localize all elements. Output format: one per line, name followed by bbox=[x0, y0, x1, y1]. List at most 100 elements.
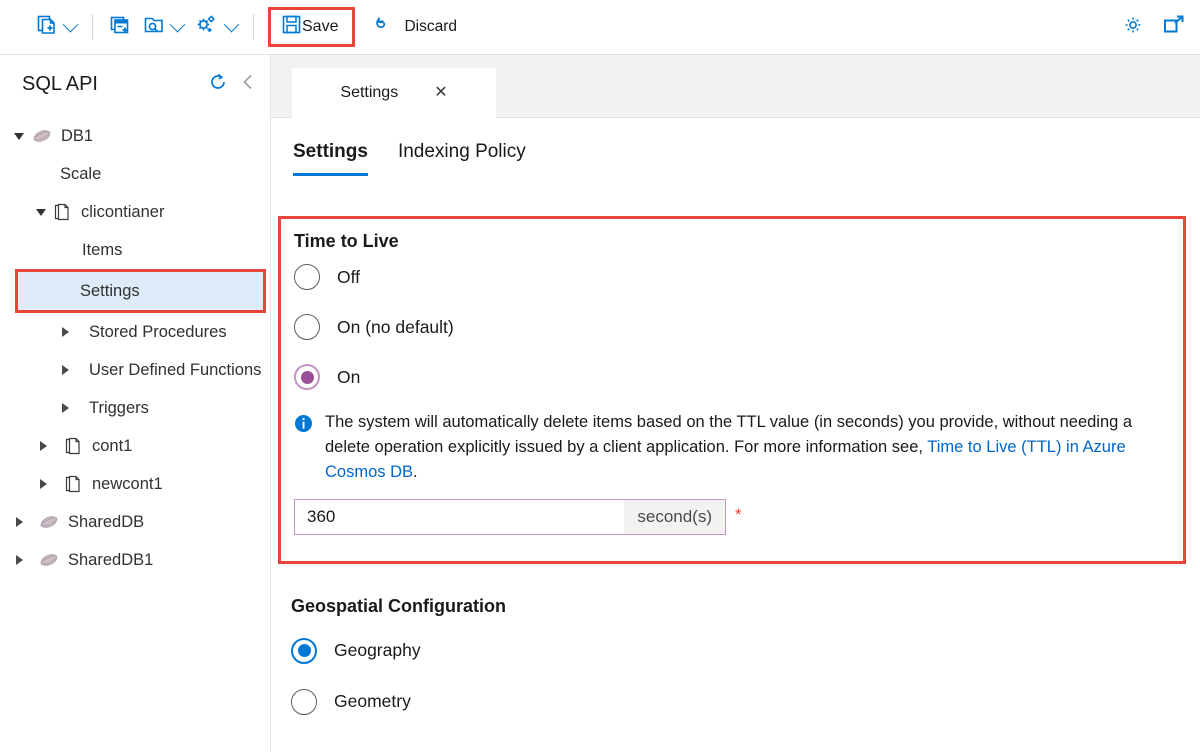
save-disk-icon bbox=[281, 14, 302, 40]
command-bar: Save Discard bbox=[0, 0, 1200, 55]
tab-indexing-policy-label: Indexing Policy bbox=[398, 141, 526, 162]
time-to-live-title: Time to Live bbox=[281, 219, 1183, 252]
new-container-button[interactable] bbox=[103, 7, 137, 47]
tab-settings[interactable]: Settings bbox=[293, 141, 368, 176]
tree-item-settings[interactable]: Settings bbox=[15, 269, 266, 313]
tree-item-label: Scale bbox=[60, 166, 101, 183]
discard-button-label: Discard bbox=[404, 18, 457, 36]
ttl-unit-suffix: second(s) bbox=[624, 500, 725, 534]
tree-item-db1[interactable]: DB1 bbox=[0, 117, 270, 155]
geospatial-option-geography-label: Geography bbox=[334, 640, 421, 661]
new-sql-query-icon bbox=[143, 14, 165, 41]
twisty-closed-icon[interactable] bbox=[16, 517, 23, 527]
ttl-option-on[interactable]: On bbox=[281, 352, 1183, 402]
new-stored-procedure-icon bbox=[195, 14, 219, 41]
tree-item-clicontianer[interactable]: clicontianer bbox=[0, 193, 270, 231]
twisty-closed-icon[interactable] bbox=[62, 365, 69, 375]
database-icon bbox=[38, 512, 60, 532]
geospatial-configuration-section: Geospatial Configuration Geography Geome… bbox=[291, 596, 791, 727]
save-button[interactable]: Save bbox=[268, 7, 355, 47]
tree-item-label: cont1 bbox=[92, 438, 132, 455]
radio-button[interactable] bbox=[294, 314, 320, 340]
tree-item-label: SharedDB bbox=[68, 514, 144, 531]
tree-item-shareddb1[interactable]: SharedDB1 bbox=[0, 541, 270, 579]
toolbar-divider-1 bbox=[92, 14, 93, 40]
twisty-closed-icon[interactable] bbox=[62, 327, 69, 337]
radio-button[interactable] bbox=[291, 689, 317, 715]
tree-item-label: SharedDB1 bbox=[68, 552, 153, 569]
ttl-option-on-label: On bbox=[337, 367, 360, 388]
info-circle-icon bbox=[294, 414, 313, 485]
document-tab-label: Settings bbox=[340, 84, 398, 102]
chevron-left-icon[interactable] bbox=[240, 72, 256, 97]
ttl-info-message: The system will automatically delete ite… bbox=[281, 402, 1183, 485]
tree-item-label: Stored Procedures bbox=[89, 324, 227, 341]
ttl-option-off[interactable]: Off bbox=[281, 252, 1183, 302]
cosmos-db-data-explorer: Save Discard bbox=[0, 0, 1200, 752]
tree-item-label: User Defined Functions bbox=[89, 362, 261, 379]
container-icon bbox=[64, 474, 84, 494]
ttl-input-group[interactable]: second(s) bbox=[294, 499, 726, 535]
gear-icon[interactable] bbox=[1122, 14, 1144, 41]
tree-item-cont1[interactable]: cont1 bbox=[0, 427, 270, 465]
pivot-tabs: Settings Indexing Policy bbox=[271, 118, 1200, 176]
tab-indexing-policy[interactable]: Indexing Policy bbox=[398, 141, 526, 176]
tree-item-label: DB1 bbox=[61, 128, 93, 145]
chevron-down-icon bbox=[63, 16, 79, 32]
twisty-closed-icon[interactable] bbox=[40, 441, 47, 451]
geospatial-title: Geospatial Configuration bbox=[291, 596, 791, 625]
ttl-option-off-label: Off bbox=[337, 267, 360, 288]
geospatial-option-geography[interactable]: Geography bbox=[291, 625, 791, 676]
container-icon bbox=[53, 202, 73, 222]
ttl-option-on-no-default-label: On (no default) bbox=[337, 317, 454, 338]
tree-item-label: clicontianer bbox=[81, 204, 164, 221]
container-icon bbox=[64, 436, 84, 456]
refresh-icon[interactable] bbox=[208, 72, 228, 97]
radio-button[interactable] bbox=[294, 264, 320, 290]
command-bar-right-icons bbox=[1122, 0, 1186, 55]
tree-item-newcont1[interactable]: newcont1 bbox=[0, 465, 270, 503]
toolbar-divider-2 bbox=[253, 14, 254, 40]
close-icon[interactable]: ✕ bbox=[434, 85, 447, 101]
required-field-marker: * bbox=[735, 506, 742, 523]
new-stored-procedure-button[interactable] bbox=[189, 7, 243, 47]
twisty-closed-icon[interactable] bbox=[16, 555, 23, 565]
twisty-open-icon[interactable] bbox=[36, 209, 46, 216]
geospatial-option-geometry-label: Geometry bbox=[334, 691, 411, 712]
ttl-option-on-no-default[interactable]: On (no default) bbox=[281, 302, 1183, 352]
tree-item-scale[interactable]: Scale bbox=[0, 155, 270, 193]
ttl-seconds-input[interactable] bbox=[295, 500, 624, 534]
time-to-live-section: Time to Live Off On (no default) On bbox=[278, 216, 1186, 564]
chevron-down-icon bbox=[224, 16, 240, 32]
resource-tree: DB1 Scale clicontianer Items bbox=[0, 113, 270, 579]
twisty-closed-icon[interactable] bbox=[40, 479, 47, 489]
sidebar-title: SQL API bbox=[22, 73, 208, 96]
twisty-open-icon[interactable] bbox=[14, 133, 24, 140]
tree-item-label: Triggers bbox=[89, 400, 149, 417]
tree-item-stored-procedures[interactable]: Stored Procedures bbox=[0, 313, 270, 351]
discard-button[interactable]: Discard bbox=[367, 7, 463, 47]
geospatial-option-geometry[interactable]: Geometry bbox=[291, 676, 791, 727]
new-container-icon bbox=[109, 14, 131, 41]
tree-item-triggers[interactable]: Triggers bbox=[0, 389, 270, 427]
ttl-info-text-part2: . bbox=[413, 463, 418, 481]
radio-button-selected[interactable] bbox=[294, 364, 320, 390]
tree-item-label: Settings bbox=[80, 283, 140, 300]
tree-item-label: newcont1 bbox=[92, 476, 163, 493]
resource-tree-sidebar: SQL API bbox=[0, 55, 271, 752]
chevron-down-icon bbox=[170, 16, 186, 32]
document-tab-settings[interactable]: Settings ✕ bbox=[292, 68, 496, 118]
open-in-new-window-icon[interactable] bbox=[1162, 14, 1186, 41]
radio-button-selected[interactable] bbox=[291, 638, 317, 664]
new-sql-query-button[interactable] bbox=[137, 7, 189, 47]
tree-item-items[interactable]: Items bbox=[0, 231, 270, 269]
twisty-closed-icon[interactable] bbox=[62, 403, 69, 413]
tree-item-shareddb[interactable]: SharedDB bbox=[0, 503, 270, 541]
database-icon bbox=[38, 550, 60, 570]
settings-pane: Settings Indexing Policy Time to Live Of… bbox=[271, 118, 1200, 752]
database-icon bbox=[31, 126, 53, 146]
new-item-button[interactable] bbox=[30, 7, 82, 47]
new-item-icon bbox=[36, 14, 58, 41]
save-button-label: Save bbox=[302, 18, 338, 36]
tree-item-user-defined-functions[interactable]: User Defined Functions bbox=[0, 351, 270, 389]
